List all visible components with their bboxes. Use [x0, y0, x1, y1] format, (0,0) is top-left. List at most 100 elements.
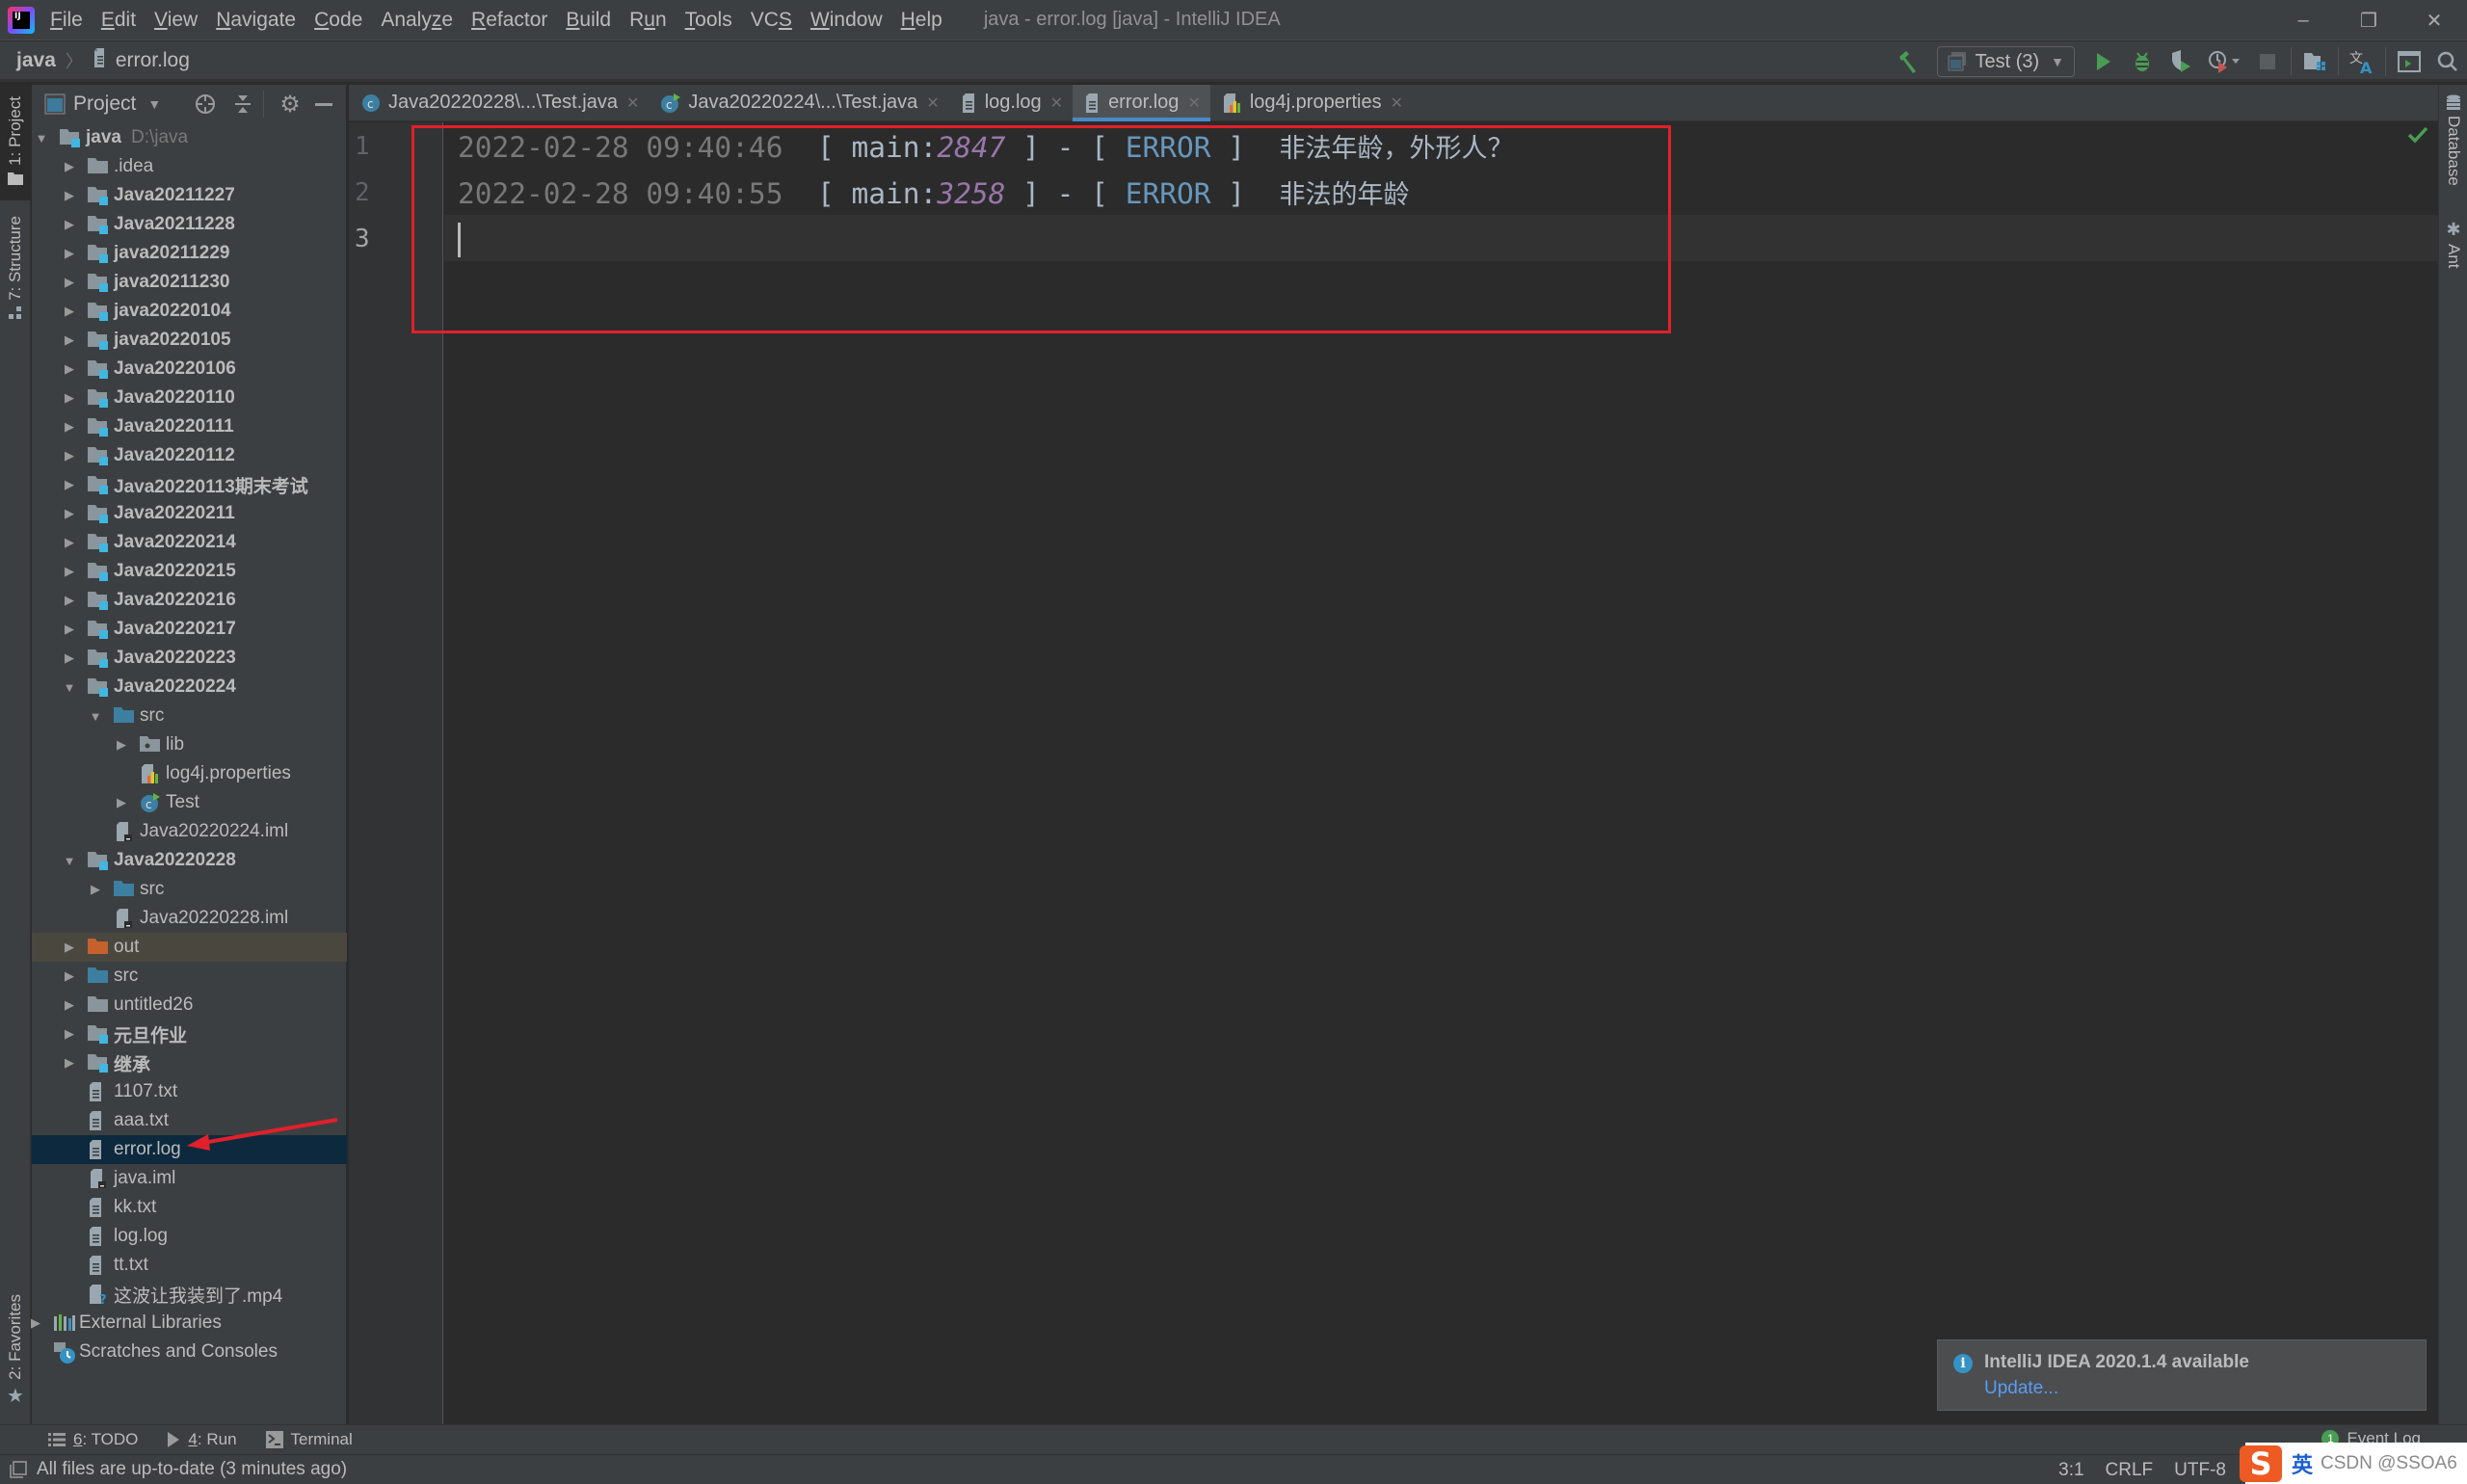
debug-button[interactable] — [2125, 44, 2160, 79]
collapsed-arrow-icon[interactable]: ▶ — [62, 361, 77, 377]
tree-item[interactable]: ▶ Java20220217 — [32, 615, 347, 644]
tree-item[interactable]: ▶ Java20220223 — [32, 644, 347, 673]
collapsed-arrow-icon[interactable]: ▶ — [62, 275, 77, 290]
tree-item[interactable]: ? 这波让我装到了.mp4 — [32, 1280, 347, 1309]
editor[interactable]: 123 2022-02-28 09:40:46 [ main:2847 ] - … — [349, 122, 2438, 1424]
menu-refactor[interactable]: Refactor — [471, 9, 547, 32]
tree-item[interactable]: ▶ Java20220111 — [32, 412, 347, 441]
project-structure-button[interactable] — [2297, 44, 2332, 79]
tree-item[interactable]: ▶ .idea — [32, 152, 347, 181]
menu-window[interactable]: Window — [810, 9, 883, 32]
tree-item[interactable]: kk.txt — [32, 1193, 347, 1222]
file-encoding[interactable]: UTF-8 — [2174, 1460, 2226, 1481]
collapsed-arrow-icon[interactable]: ▶ — [62, 390, 77, 406]
tree-item[interactable]: ▼ src — [32, 702, 347, 730]
breadcrumb-project[interactable]: java — [16, 49, 56, 72]
chevron-down-icon[interactable]: ▼ — [147, 96, 161, 112]
tree-item[interactable]: ▶ External Libraries — [31, 1309, 347, 1338]
tree-item[interactable]: ▶ java20211230 — [32, 268, 347, 297]
tab-java20220228-test-java[interactable]: c Java20220228\...\Test.java ✕ — [349, 85, 649, 120]
collapsed-arrow-icon[interactable]: ▶ — [62, 650, 77, 666]
tree-item[interactable]: java.iml — [32, 1164, 347, 1193]
collapsed-arrow-icon[interactable]: ▶ — [62, 1026, 77, 1042]
tree-item[interactable]: ▼ Java20220224 — [32, 673, 347, 702]
collapsed-arrow-icon[interactable]: ▶ — [62, 304, 77, 319]
run-anything-button[interactable] — [2392, 44, 2427, 79]
collapsed-arrow-icon[interactable]: ▶ — [62, 968, 77, 984]
menu-tools[interactable]: Tools — [685, 9, 732, 32]
tree-item[interactable]: log4j.properties — [32, 759, 347, 788]
search-everywhere-button[interactable] — [2430, 44, 2465, 79]
menu-view[interactable]: View — [154, 9, 198, 32]
collapse-all-button[interactable] — [229, 91, 256, 118]
tree-item[interactable]: ▶ src — [32, 875, 347, 904]
collapsed-arrow-icon[interactable]: ▶ — [62, 159, 77, 174]
tree-item[interactable]: Scratches and Consoles — [32, 1338, 347, 1366]
restore-button[interactable]: ❐ — [2336, 0, 2401, 40]
menu-help[interactable]: Help — [901, 9, 942, 32]
run-configuration-select[interactable]: Test (3) ▼ — [1937, 46, 2075, 77]
project-view-selector[interactable]: Project — [73, 93, 136, 116]
ime-language[interactable]: 英 — [2292, 1448, 2313, 1479]
tree-item[interactable]: ▶ Java20220113期末考试 — [32, 470, 347, 499]
tab-log-log[interactable]: log.log ✕ — [949, 85, 1073, 120]
tree-item[interactable]: ▶ lib — [32, 730, 347, 759]
tool-window-todo[interactable]: 6: TODO — [48, 1430, 138, 1449]
collapsed-arrow-icon[interactable]: ▶ — [62, 246, 77, 261]
collapsed-arrow-icon[interactable]: ▶ — [62, 622, 77, 637]
tree-item[interactable]: 1107.txt — [32, 1077, 347, 1106]
collapsed-arrow-icon[interactable]: ▶ — [62, 419, 77, 435]
line-separator[interactable]: CRLF — [2106, 1460, 2154, 1481]
tree-item[interactable]: Java20220228.iml — [32, 904, 347, 933]
collapsed-arrow-icon[interactable]: ▶ — [62, 564, 77, 579]
tool-window-run[interactable]: 4: Run — [167, 1430, 237, 1449]
collapsed-arrow-icon[interactable]: ▶ — [62, 477, 77, 492]
close-tab-icon[interactable]: ✕ — [1187, 93, 1200, 113]
menu-code[interactable]: Code — [314, 9, 362, 32]
tab-error-log[interactable]: error.log ✕ — [1073, 85, 1210, 121]
tool-tab-project[interactable]: 1: Project — [0, 85, 31, 200]
menu-analyze[interactable]: Analyze — [381, 9, 453, 32]
menu-edit[interactable]: Edit — [101, 9, 136, 32]
tree-item[interactable]: log.log — [32, 1222, 347, 1251]
tree-item[interactable]: ▶ src — [32, 962, 347, 991]
expanded-arrow-icon[interactable]: ▼ — [88, 708, 103, 724]
collapsed-arrow-icon[interactable]: ▶ — [62, 940, 77, 955]
collapsed-arrow-icon[interactable]: ▶ — [62, 448, 77, 464]
menu-run[interactable]: Run — [629, 9, 667, 32]
tree-item[interactable]: ▶ Java20211228 — [32, 210, 347, 239]
menu-vcs[interactable]: VCS — [751, 9, 792, 32]
tree-item[interactable]: ▶ Java20220110 — [32, 384, 347, 412]
close-tab-icon[interactable]: ✕ — [626, 93, 639, 113]
tree-item[interactable]: ▶ 继承 — [32, 1048, 347, 1077]
tree-item[interactable]: ▶ Java20220106 — [32, 355, 347, 384]
collapsed-arrow-icon[interactable]: ▶ — [114, 737, 129, 753]
locate-file-button[interactable] — [192, 91, 219, 118]
tool-tab-favorites[interactable]: 2: Favorites ★ — [0, 1294, 31, 1419]
tree-item[interactable]: ▶ Java20220211 — [32, 499, 347, 528]
caret-position[interactable]: 3:1 — [2058, 1460, 2083, 1481]
tab-java20220224-test-java[interactable]: c Java20220224\...\Test.java ✕ — [649, 85, 948, 120]
tree-item[interactable]: ▼ java D:\java — [32, 123, 347, 152]
tree-item[interactable]: ▶ untitled26 — [32, 991, 347, 1020]
tree-item[interactable]: Java20220224.iml — [32, 817, 347, 846]
minimize-button[interactable]: – — [2270, 0, 2336, 40]
tree-item[interactable]: ▶ Java20220112 — [32, 441, 347, 470]
tool-tab-structure[interactable]: 7: Structure — [0, 216, 31, 331]
tree-item[interactable]: ▶ Java20220214 — [32, 528, 347, 557]
stop-button[interactable] — [2250, 44, 2285, 79]
tree-item[interactable]: ▶ Java20220215 — [32, 557, 347, 586]
tree-item[interactable]: ▶ java20220104 — [32, 297, 347, 326]
translate-button[interactable]: 文A — [2345, 44, 2379, 79]
status-toggle-icon[interactable] — [10, 1461, 27, 1478]
collapsed-arrow-icon[interactable]: ▶ — [62, 217, 77, 232]
collapsed-arrow-icon[interactable]: ▶ — [28, 1315, 43, 1331]
collapsed-arrow-icon[interactable]: ▶ — [62, 188, 77, 203]
profile-button[interactable] — [2202, 44, 2246, 79]
hide-panel-button[interactable] — [310, 91, 337, 118]
panel-settings-button[interactable]: ⚙ — [277, 91, 304, 118]
tree-item[interactable]: ▶ java20220105 — [32, 326, 347, 355]
collapsed-arrow-icon[interactable]: ▶ — [62, 535, 77, 550]
menu-build[interactable]: Build — [566, 9, 611, 32]
collapsed-arrow-icon[interactable]: ▶ — [62, 1055, 77, 1071]
